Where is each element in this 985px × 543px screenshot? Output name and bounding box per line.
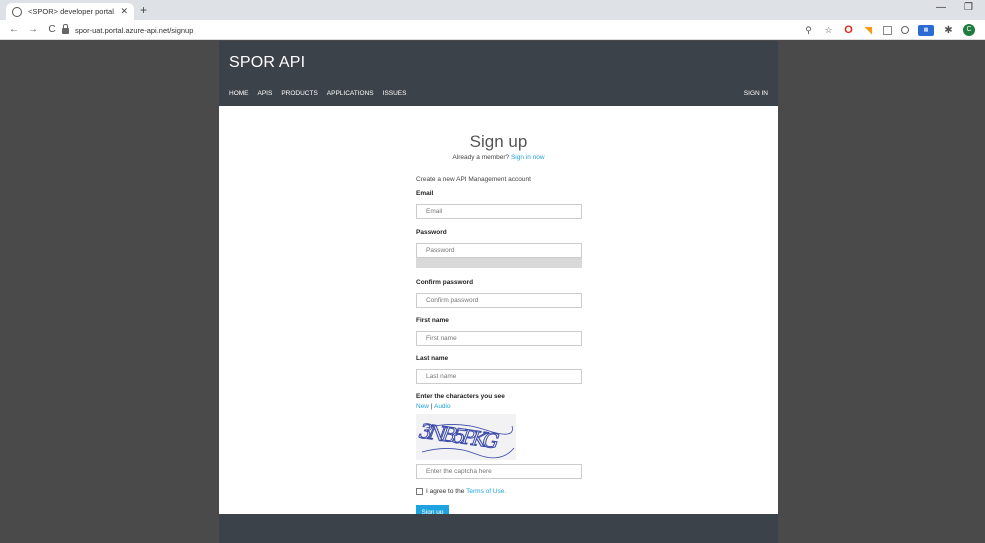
close-tab-icon[interactable]: ✕ [120,6,128,17]
email-label: Email [416,190,434,197]
extension-icons: ⚲ ☆ O ◥ ▦ ✱ C [803,24,975,36]
reload-icon[interactable]: C [47,24,57,35]
terms-checkbox[interactable] [416,488,423,495]
site-header: SPOR API HOME APIS PRODUCTS APPLICATIONS… [219,41,778,106]
minimize-icon[interactable]: — [936,2,946,13]
first-name-field[interactable] [416,331,582,346]
star-icon[interactable]: ☆ [823,25,834,36]
browser-toolbar: ← → C spor-uat.portal.azure-api.net/sign… [0,20,985,40]
tab-title: <SPOR> developer portal [28,7,114,16]
captcha-input[interactable] [416,464,582,479]
terms-agreement: I agree to the Terms of Use. [416,488,582,495]
nav-sign-in[interactable]: SIGN IN [744,90,768,97]
globe-icon [12,6,22,17]
email-field[interactable] [416,204,582,219]
signup-form: Create a new API Management account Emai… [415,176,582,520]
form-intro: Create a new API Management account [416,176,531,183]
opera-icon[interactable]: O [843,24,854,36]
profile-avatar-icon[interactable]: C [963,24,975,36]
captcha-new-link[interactable]: New [416,403,429,410]
password-label: Password [416,229,447,236]
rss-icon[interactable]: ◥ [863,25,874,36]
reader-icon[interactable] [883,25,892,35]
terms-link[interactable]: Terms of Use. [466,488,506,495]
nav-apis[interactable]: APIS [258,90,273,97]
last-name-field[interactable] [416,369,582,384]
captcha-text: 3NB5PKG [416,419,503,453]
zoom-icon[interactable]: ⚲ [803,25,814,36]
back-icon[interactable]: ← [9,24,19,35]
first-name-label: First name [416,317,449,324]
nav-products[interactable]: PRODUCTS [281,90,317,97]
brand-title[interactable]: SPOR API [229,54,305,72]
forward-icon[interactable]: → [28,24,38,35]
page-title: Sign up [469,132,528,151]
nav-home[interactable]: HOME [229,90,249,97]
nav-issues[interactable]: ISSUES [383,90,407,97]
captcha-image: 3NB5PKG [415,414,516,460]
address-bar[interactable]: spor-uat.portal.azure-api.net/signup [62,23,193,37]
site-footer [219,514,778,543]
camera-icon[interactable] [901,26,909,34]
captcha-links: New | Audio [416,403,582,410]
main-nav: HOME APIS PRODUCTS APPLICATIONS ISSUES [229,90,406,97]
password-strength-bar [416,258,582,268]
translate-badge-icon[interactable]: ▦ [918,24,934,36]
password-field[interactable] [416,243,582,258]
nav-applications[interactable]: APPLICATIONS [327,90,374,97]
confirm-password-field[interactable] [416,293,582,308]
captcha-audio-link[interactable]: Audio [434,403,451,410]
captcha-separator: | [430,403,433,410]
last-name-label: Last name [416,355,449,362]
agree-text: I agree to the [426,488,465,495]
member-prompt: Already a member? Sign in now [219,154,778,161]
restore-icon[interactable]: ❐ [964,2,973,13]
member-text: Already a member? [452,154,510,161]
browser-tab[interactable]: <SPOR> developer portal ✕ [6,3,134,20]
puzzle-icon[interactable]: ✱ [943,25,954,36]
lock-icon [62,24,69,34]
signup-panel: Sign up Already a member? Sign in now Cr… [219,106,778,520]
captcha-label: Enter the characters you see [416,393,505,400]
sign-in-link[interactable]: Sign in now [511,154,545,161]
url-text: spor-uat.portal.azure-api.net/signup [75,25,194,35]
browser-tab-bar: <SPOR> developer portal ✕ + — ❐ [0,0,985,20]
new-tab-icon[interactable]: + [140,3,147,17]
confirm-password-label: Confirm password [416,279,474,286]
window-controls: — ❐ [936,2,973,13]
